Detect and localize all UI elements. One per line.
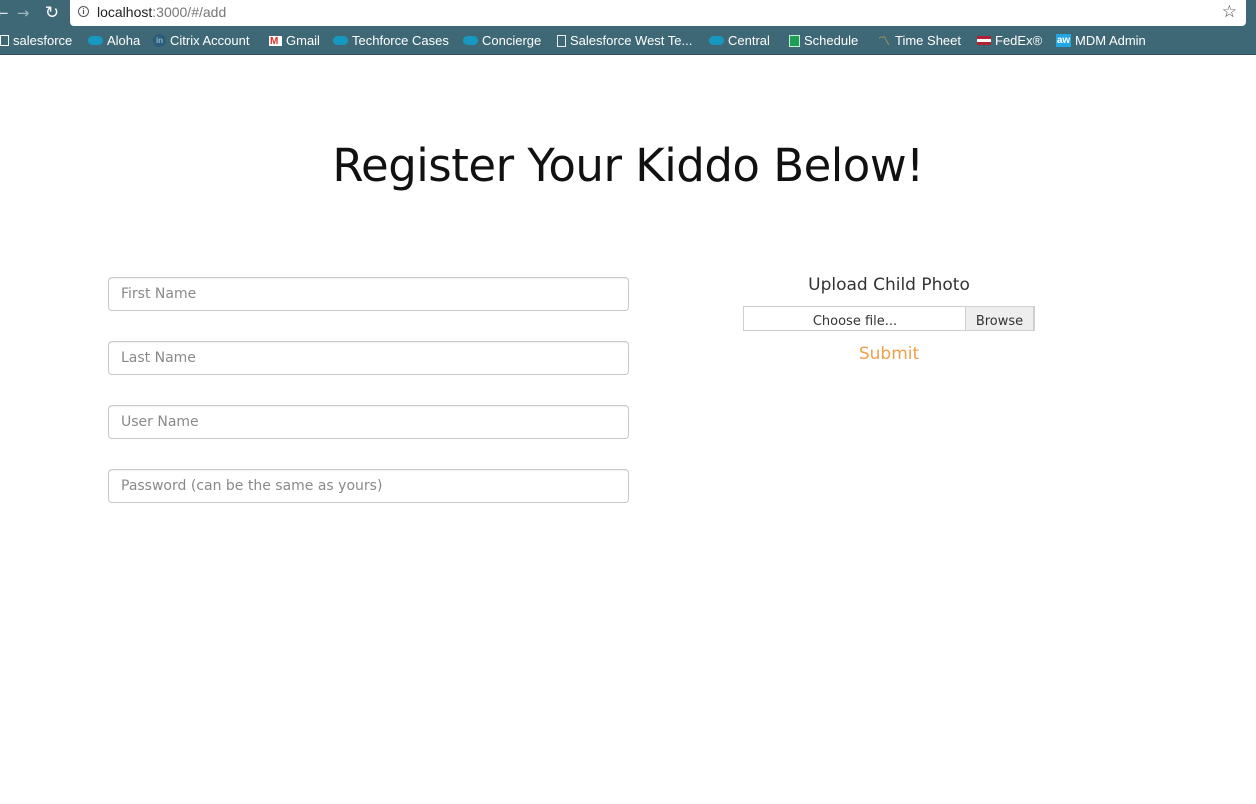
bookmark-concierge[interactable]: Concierge	[463, 32, 541, 49]
file-name-text[interactable]: Choose file...	[744, 307, 966, 330]
bookmark-label: Gmail	[286, 33, 320, 48]
sheet-icon	[789, 34, 800, 47]
bookmark-label: Schedule	[804, 33, 859, 48]
last-name-input[interactable]	[108, 341, 629, 375]
flag-icon	[977, 36, 991, 46]
page-icon	[557, 34, 566, 47]
cloud-icon	[88, 36, 103, 46]
bookmark-mdm-admin[interactable]: aw MDM Admin	[1056, 32, 1146, 49]
url-text[interactable]: localhost:3000/#/add	[97, 4, 226, 20]
bookmark-label: Time Sheet	[895, 33, 961, 48]
bookmark-aloha[interactable]: Aloha	[88, 32, 140, 49]
upload-photo-label: Upload Child Photo	[808, 275, 970, 295]
bookmark-gmail[interactable]: Gmail	[269, 32, 320, 50]
url-path: :3000/#/add	[152, 4, 227, 20]
url-host: localhost	[97, 4, 153, 20]
back-arrow-icon[interactable]: ←	[0, 3, 9, 23]
bookmark-label: Techforce Cases	[352, 33, 449, 48]
bookmark-central[interactable]: Central	[709, 32, 770, 49]
bookmark-time-sheet[interactable]: 〽 Time Sheet	[877, 32, 961, 49]
address-bar[interactable]: i localhost:3000/#/add ☆	[70, 0, 1246, 26]
bookmark-citrix-account[interactable]: in Citrix Account	[153, 32, 249, 49]
cloud-icon	[709, 36, 724, 46]
bookmark-fedex[interactable]: FedEx®	[977, 32, 1042, 49]
bookmark-label: Salesforce West Te...	[570, 33, 693, 48]
page-title: Register Your Kiddo Below!	[332, 139, 924, 192]
bookmarks-bar: salesforce Aloha inCitrix Account Gmail …	[0, 27, 1256, 55]
bookmark-salesforce[interactable]: salesforce	[0, 32, 72, 49]
submit-button[interactable]: Submit	[743, 342, 1035, 366]
user-name-input[interactable]	[108, 405, 629, 439]
file-upload-field[interactable]: Choose file... Browse	[743, 306, 1035, 331]
password-input[interactable]	[108, 469, 629, 503]
bookmark-label: Central	[728, 33, 770, 48]
doc-icon	[0, 35, 9, 47]
browser-toolbar: ← → ↻ i localhost:3000/#/add ☆	[0, 0, 1256, 27]
bookmark-label: Concierge	[482, 33, 542, 48]
info-icon[interactable]: i	[78, 6, 89, 17]
cloud-icon	[463, 36, 478, 46]
reload-icon[interactable]: ↻	[42, 3, 62, 23]
bookmark-star-icon[interactable]: ☆	[1222, 2, 1237, 22]
cloud-icon	[333, 36, 348, 46]
first-name-input[interactable]	[108, 277, 629, 311]
bookmark-label: salesforce	[13, 33, 73, 48]
bookmark-label: FedEx®	[995, 33, 1043, 48]
forward-arrow-icon[interactable]: →	[14, 3, 32, 23]
bookmark-label: Aloha	[107, 33, 141, 48]
bookmark-label: MDM Admin	[1075, 33, 1146, 48]
gmail-icon	[269, 33, 282, 50]
aw-icon: aw	[1056, 34, 1071, 48]
browse-button[interactable]: Browse	[965, 306, 1034, 331]
linkedin-icon: in	[153, 34, 166, 48]
bookmark-schedule[interactable]: Schedule	[789, 32, 858, 49]
bookmark-salesforce-west[interactable]: Salesforce West Te...	[557, 32, 692, 49]
clock-icon: 〽	[877, 33, 890, 48]
bookmark-label: Citrix Account	[170, 33, 250, 48]
bookmark-techforce-cases[interactable]: Techforce Cases	[333, 32, 449, 49]
